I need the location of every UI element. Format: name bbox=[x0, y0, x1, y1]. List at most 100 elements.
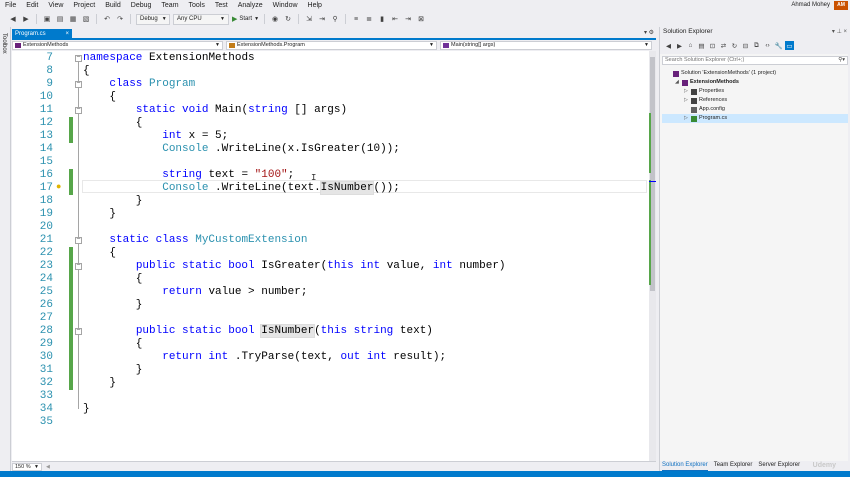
menu-item-team[interactable]: Team bbox=[156, 0, 183, 11]
refresh-icon[interactable]: ↻ bbox=[283, 14, 293, 24]
type-dropdown[interactable]: ExtensionMethods.Program ▼ bbox=[226, 41, 437, 50]
lightbulb-icon[interactable]: ● bbox=[56, 182, 64, 191]
configuration-select[interactable]: Debug ▼ bbox=[136, 13, 170, 25]
code-line[interactable]: public static bool IsGreater(this int va… bbox=[83, 260, 506, 273]
toolbox-tab[interactable]: Toolbox bbox=[0, 27, 11, 477]
tree-expander-icon[interactable]: ▷ bbox=[684, 87, 689, 96]
menu-item-test[interactable]: Test bbox=[210, 0, 233, 11]
new-project-icon[interactable]: ▣ bbox=[42, 14, 52, 24]
next-bookmark-icon[interactable]: ⇥ bbox=[403, 14, 413, 24]
back-icon[interactable]: ◀ bbox=[8, 14, 18, 24]
browser-link-icon[interactable]: ◉ bbox=[270, 14, 280, 24]
forward-icon[interactable]: ▶ bbox=[675, 41, 684, 50]
clear-bookmarks-icon[interactable]: ⊠ bbox=[416, 14, 426, 24]
code-line[interactable]: } bbox=[83, 195, 143, 208]
pending-changes-icon[interactable]: ⊡ bbox=[708, 41, 717, 50]
member-dropdown[interactable]: Main(string[] args) ▼ bbox=[440, 41, 652, 50]
undo-icon[interactable]: ↶ bbox=[102, 14, 112, 24]
tab-solution-explorer[interactable]: Solution Explorer bbox=[662, 461, 708, 471]
tab-team-explorer[interactable]: Team Explorer bbox=[714, 461, 753, 471]
menu-item-build[interactable]: Build bbox=[100, 0, 126, 11]
code-line[interactable]: class Program bbox=[83, 78, 195, 91]
uncomment-icon[interactable]: ≣ bbox=[364, 14, 374, 24]
tree-item[interactable]: ▷ References bbox=[684, 96, 727, 105]
menu-item-file[interactable]: File bbox=[0, 0, 21, 11]
code-line[interactable]: Console .WriteLine(text.IsNumber()); bbox=[83, 181, 400, 195]
save-all-icon[interactable]: ▧ bbox=[81, 14, 91, 24]
code-line[interactable]: public static bool IsNumber(this string … bbox=[83, 324, 433, 338]
collapse-all-icon[interactable]: ⊟ bbox=[741, 41, 750, 50]
editor-vertical-scrollbar[interactable] bbox=[649, 51, 656, 461]
show-all-files-icon[interactable]: ⧉ bbox=[752, 41, 761, 50]
tree-item[interactable]: ▷ Program.cs bbox=[684, 114, 727, 123]
code-line[interactable]: return int .TryParse(text, out int resul… bbox=[83, 351, 446, 364]
open-icon[interactable]: ▤ bbox=[55, 14, 65, 24]
user-name[interactable]: Ahmad Mohey bbox=[791, 0, 830, 11]
code-line[interactable]: { bbox=[83, 65, 90, 78]
collapse-region-icon[interactable]: − bbox=[75, 107, 82, 114]
code-line[interactable]: static class MyCustomExtension bbox=[83, 234, 307, 247]
menu-item-debug[interactable]: Debug bbox=[126, 0, 157, 11]
prev-bookmark-icon[interactable]: ⇤ bbox=[390, 14, 400, 24]
find-icon[interactable]: ⚲ bbox=[330, 14, 340, 24]
code-line[interactable]: string text = "100"; bbox=[83, 169, 294, 182]
code-line[interactable]: } bbox=[83, 299, 143, 312]
collapse-region-icon[interactable]: − bbox=[75, 81, 82, 88]
project-dropdown[interactable]: ExtensionMethods ▼ bbox=[12, 41, 223, 50]
solution-explorer-search[interactable]: Search Solution Explorer (Ctrl+;) ⚲▾ bbox=[662, 56, 848, 65]
search-icon[interactable]: ⚲▾ bbox=[838, 57, 845, 64]
sync-icon[interactable]: ⇄ bbox=[719, 41, 728, 50]
code-line[interactable]: } bbox=[83, 364, 143, 377]
code-line[interactable]: Console .WriteLine(x.IsGreater(10)); bbox=[83, 143, 400, 156]
code-line[interactable]: namespace ExtensionMethods bbox=[83, 52, 255, 65]
horizontal-scroll-left-icon[interactable]: ◀ bbox=[46, 464, 50, 470]
code-line[interactable]: } bbox=[83, 208, 116, 221]
close-icon[interactable]: × bbox=[65, 29, 69, 39]
bookmark-icon[interactable]: ▮ bbox=[377, 14, 387, 24]
switch-views-icon[interactable]: ▤ bbox=[697, 41, 706, 50]
menu-item-edit[interactable]: Edit bbox=[21, 0, 43, 11]
view-code-icon[interactable]: ‹› bbox=[763, 41, 772, 50]
tree-item[interactable]: ◢ ExtensionMethods bbox=[675, 78, 739, 87]
tab-program-cs[interactable]: Program.cs × bbox=[12, 29, 72, 39]
refresh-icon[interactable]: ↻ bbox=[730, 41, 739, 50]
back-icon[interactable]: ◀ bbox=[664, 41, 673, 50]
collapse-region-icon[interactable]: − bbox=[75, 55, 82, 62]
collapse-region-icon[interactable]: − bbox=[75, 263, 82, 270]
code-line[interactable]: { bbox=[83, 91, 116, 104]
tree-item[interactable]: ▷ Properties bbox=[684, 87, 724, 96]
tab-dropdown-icon[interactable]: ▾ ⚙ bbox=[644, 29, 654, 36]
code-line[interactable]: static void Main(string [] args) bbox=[83, 104, 347, 117]
start-button[interactable]: ▶ Start ▼ bbox=[232, 15, 259, 23]
tree-item[interactable]: Solution 'ExtensionMethods' (1 project) bbox=[666, 69, 776, 78]
menu-item-project[interactable]: Project bbox=[68, 0, 100, 11]
collapse-region-icon[interactable]: − bbox=[75, 237, 82, 244]
platform-select[interactable]: Any CPU ▼ bbox=[173, 13, 229, 25]
menu-item-view[interactable]: View bbox=[43, 0, 68, 11]
menu-item-window[interactable]: Window bbox=[268, 0, 303, 11]
zoom-select[interactable]: 150 % ▼ bbox=[12, 463, 42, 471]
save-icon[interactable]: ▦ bbox=[68, 14, 78, 24]
forward-icon[interactable]: ▶ bbox=[21, 14, 31, 24]
tree-item[interactable]: App.config bbox=[684, 105, 725, 114]
tree-expander-icon[interactable]: ▷ bbox=[684, 114, 689, 123]
panel-controls-icon[interactable]: ▾ ⊥ × bbox=[832, 27, 847, 37]
tree-expander-icon[interactable]: ◢ bbox=[675, 78, 680, 87]
comment-icon[interactable]: ≡ bbox=[351, 14, 361, 24]
step-over-icon[interactable]: ⇥ bbox=[317, 14, 327, 24]
tree-expander-icon[interactable]: ▷ bbox=[684, 96, 689, 105]
preview-selected-icon[interactable]: ▭ bbox=[785, 41, 794, 50]
code-line[interactable]: { bbox=[83, 247, 116, 260]
code-line[interactable]: } bbox=[83, 403, 90, 416]
properties-icon[interactable]: 🔧 bbox=[774, 41, 783, 50]
menu-item-tools[interactable]: Tools bbox=[184, 0, 210, 11]
home-icon[interactable]: ⌂ bbox=[686, 41, 695, 50]
code-editor[interactable]: 7 namespace ExtensionMethods 8 {9 class Pro… bbox=[12, 51, 649, 461]
code-line[interactable]: { bbox=[83, 273, 143, 286]
menu-item-help[interactable]: Help bbox=[303, 0, 327, 11]
code-line[interactable]: { bbox=[83, 338, 143, 351]
redo-icon[interactable]: ↷ bbox=[115, 14, 125, 24]
user-avatar[interactable]: AM bbox=[834, 1, 848, 10]
code-line[interactable]: int x = 5; bbox=[83, 130, 228, 143]
tab-server-explorer[interactable]: Server Explorer bbox=[758, 461, 800, 471]
